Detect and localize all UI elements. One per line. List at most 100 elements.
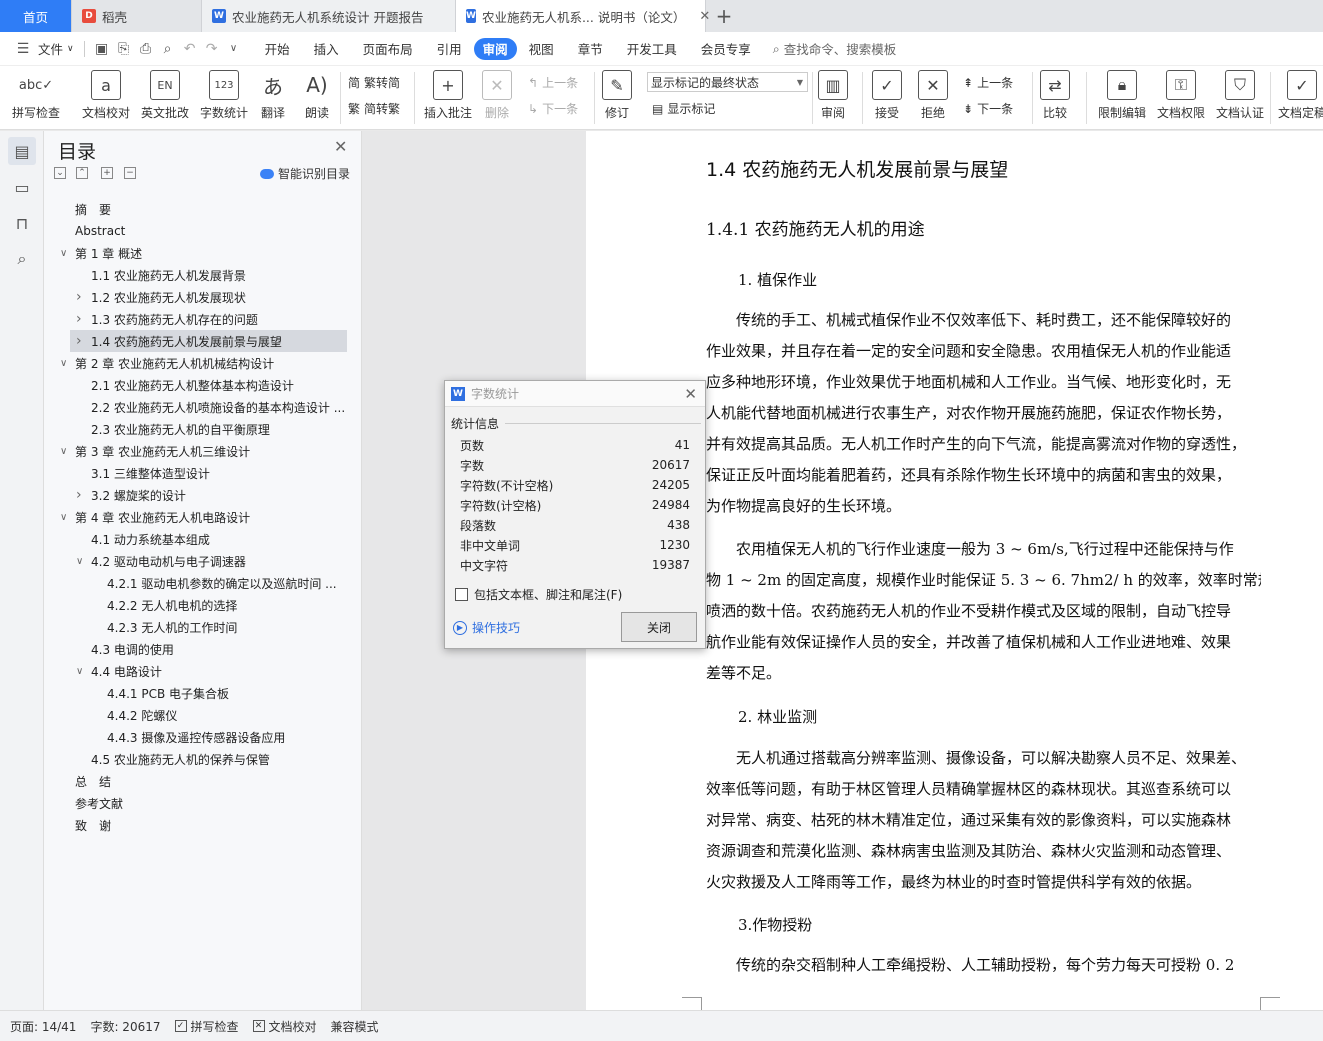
toc-item[interactable]: 3.1 三维整体造型设计 xyxy=(44,462,344,484)
next-change-button[interactable]: ⇟ 下一条 xyxy=(963,100,1013,117)
print-icon[interactable]: ⎙ xyxy=(135,38,157,60)
page-indicator[interactable]: 页面: 14/41 xyxy=(10,1018,76,1035)
remove-level-icon[interactable]: − xyxy=(124,167,136,179)
chapter-nav-icon[interactable]: ▭ xyxy=(8,173,36,201)
proof-status[interactable]: ✕ 文档校对 xyxy=(252,1018,317,1035)
translate-button[interactable]: あ翻译 xyxy=(258,70,288,121)
markup-state-select[interactable]: 显示标记的最终状态 ▼ xyxy=(647,72,808,92)
menu-member[interactable]: 会员专享 xyxy=(689,38,763,60)
menu-reference[interactable]: 引用 xyxy=(425,38,474,60)
add-level-icon[interactable]: + xyxy=(101,167,113,179)
close-button[interactable]: 关闭 xyxy=(621,612,697,642)
toc-item[interactable]: ∨ 4.4 电路设计 xyxy=(44,660,344,682)
toc-item[interactable]: 2.2 农业施药无人机喷施设备的基本构造设计 ... xyxy=(44,396,345,418)
toc-item[interactable]: ∨ 第 2 章 农业施药无人机机械结构设计 xyxy=(44,352,344,374)
compare-button[interactable]: ⇄ 比较 xyxy=(1040,70,1070,121)
word-count-button[interactable]: 123 字数统计 xyxy=(200,70,248,121)
doc-permission-button[interactable]: ⚿ 文档权限 xyxy=(1157,70,1205,121)
chevron-right-icon[interactable]: › xyxy=(76,311,82,327)
simp-to-trad-button[interactable]: 繁简转繁 xyxy=(348,100,400,117)
toc-item[interactable]: 摘 要 xyxy=(44,198,344,220)
toc-item[interactable]: › 1.2 农业施药无人机发展现状 xyxy=(44,286,344,308)
word-count-indicator[interactable]: 字数: 20617 xyxy=(90,1018,160,1035)
close-icon[interactable]: ✕ xyxy=(684,385,697,403)
hamburger-icon[interactable]: ☰ xyxy=(12,38,34,60)
bookmark-icon[interactable]: ⊓ xyxy=(8,209,36,237)
toc-item[interactable]: 1.1 农业施药无人机发展背景 xyxy=(44,264,344,286)
tab-thesis[interactable]: W 农业施药无人机系... 说明书（论文） ✕ xyxy=(456,0,710,32)
command-search[interactable]: ⌕ 查找命令、搜索模板 xyxy=(773,39,897,58)
toc-item[interactable]: 4.2.1 驱动电机参数的确定以及巡航时间 ... xyxy=(44,572,344,594)
toc-item[interactable]: 2.3 农业施药无人机的自平衡原理 xyxy=(44,418,344,440)
spell-check-button[interactable]: abc✓ 拼写检查 xyxy=(12,70,60,121)
chevron-down-icon[interactable]: ∨ xyxy=(60,512,67,523)
toc-item[interactable]: 参考文献 xyxy=(44,792,344,814)
reject-button[interactable]: ✕ 拒绝 xyxy=(918,70,948,121)
next-comment-button[interactable]: ↳ 下一条 xyxy=(528,100,578,117)
tab-home[interactable]: 首页 xyxy=(0,0,72,32)
toc-item[interactable]: 4.4.2 陀螺仪 xyxy=(44,704,344,726)
prev-comment-button[interactable]: ↰ 上一条 xyxy=(528,74,578,91)
expand-up-icon[interactable]: ⌃ xyxy=(76,167,88,179)
tips-link[interactable]: ▶ 操作技巧 xyxy=(453,619,520,636)
toc-item[interactable]: ∨ 第 4 章 农业施药无人机电路设计 xyxy=(44,506,344,528)
english-correct-button[interactable]: EN 英文批改 xyxy=(141,70,189,121)
toc-item[interactable]: 4.1 动力系统基本组成 xyxy=(44,528,344,550)
toc-item[interactable]: 4.4.3 摄像及遥控传感器设备应用 xyxy=(44,726,344,748)
chevron-down-icon[interactable]: ∨ xyxy=(60,248,67,259)
toc-item[interactable]: Abstract xyxy=(44,220,344,242)
toc-item[interactable]: ∨ 第 3 章 农业施药无人机三维设计 xyxy=(44,440,344,462)
new-tab-button[interactable]: + xyxy=(706,0,742,32)
export-icon[interactable]: ⎘ xyxy=(113,38,135,60)
delete-comment-button[interactable]: ✕ 删除 xyxy=(482,70,512,121)
menu-view[interactable]: 视图 xyxy=(517,38,566,60)
accept-button[interactable]: ✓ 接受 xyxy=(872,70,902,121)
include-textbox-checkbox[interactable]: 包括文本框、脚注和尾注(F) xyxy=(455,586,622,603)
prev-change-button[interactable]: ⇞ 上一条 xyxy=(963,74,1013,91)
toc-item[interactable]: › 1.4 农药施药无人机发展前景与展望 xyxy=(70,330,347,352)
search-icon[interactable]: ⌕ xyxy=(8,245,36,273)
toc-icon[interactable]: ▤ xyxy=(8,137,36,165)
chevron-down-icon[interactable]: ∨ xyxy=(76,666,83,677)
save-icon[interactable]: ▣ xyxy=(91,38,113,60)
read-aloud-button[interactable]: A) 朗读 xyxy=(302,70,332,121)
menu-layout[interactable]: 页面布局 xyxy=(351,38,425,60)
menu-insert[interactable]: 插入 xyxy=(302,38,351,60)
trad-to-simp-button[interactable]: 简繁转简 xyxy=(348,74,400,91)
toc-item[interactable]: 致 谢 xyxy=(44,814,344,836)
menu-developer[interactable]: 开发工具 xyxy=(615,38,689,60)
doc-certify-button[interactable]: ⛉ 文档认证 xyxy=(1216,70,1264,121)
chevron-right-icon[interactable]: › xyxy=(76,289,82,305)
chevron-right-icon[interactable]: › xyxy=(76,487,82,503)
review-pane-button[interactable]: ▥ 审阅 xyxy=(818,70,848,121)
track-changes-button[interactable]: ✎ 修订 xyxy=(602,70,632,121)
toc-item[interactable]: 4.3 电调的使用 xyxy=(44,638,344,660)
chevron-down-icon[interactable]: ∨ xyxy=(76,556,83,567)
chevron-right-icon[interactable]: › xyxy=(76,333,82,349)
toc-item[interactable]: 4.5 农业施药无人机的保养与保管 xyxy=(44,748,344,770)
menu-section[interactable]: 章节 xyxy=(566,38,615,60)
menu-review[interactable]: 审阅 xyxy=(473,37,517,60)
toc-item[interactable]: 4.2.3 无人机的工作时间 xyxy=(44,616,344,638)
tab-report[interactable]: W 农业施药无人机系统设计 开题报告 xyxy=(202,0,456,32)
doc-finalize-button[interactable]: ✓ 文档定稿 xyxy=(1278,70,1323,121)
chevron-down-icon[interactable]: ∨ xyxy=(60,446,67,457)
print-preview-icon[interactable]: ⌕ xyxy=(157,38,179,60)
insert-comment-button[interactable]: + 插入批注 xyxy=(424,70,472,121)
toc-item[interactable]: 总 结 xyxy=(44,770,344,792)
close-icon[interactable]: ✕ xyxy=(334,137,347,156)
tab-docer[interactable]: D 稻壳 xyxy=(72,0,202,32)
collapse-all-icon[interactable]: ⌄ xyxy=(54,167,66,179)
show-markup-button[interactable]: ▤ 显示标记 xyxy=(652,100,715,117)
spell-check-status[interactable]: ✓ 拼写检查 xyxy=(174,1018,239,1035)
customize-icon[interactable]: ∨ xyxy=(223,38,245,60)
doc-proof-button[interactable]: a 文档校对 xyxy=(82,70,130,121)
menu-start[interactable]: 开始 xyxy=(253,38,302,60)
chevron-down-icon[interactable]: ∨ xyxy=(60,358,67,369)
ai-toc-button[interactable]: 智能识别目录 xyxy=(260,165,350,182)
redo-icon[interactable]: ↷ xyxy=(201,38,223,60)
toc-item[interactable]: › 1.3 农药施药无人机存在的问题 xyxy=(44,308,344,330)
toc-item[interactable]: 4.2.2 无人机电机的选择 xyxy=(44,594,344,616)
toc-item[interactable]: 2.1 农业施药无人机整体基本构造设计 xyxy=(44,374,344,396)
toc-item[interactable]: 4.4.1 PCB 电子集合板 xyxy=(44,682,344,704)
